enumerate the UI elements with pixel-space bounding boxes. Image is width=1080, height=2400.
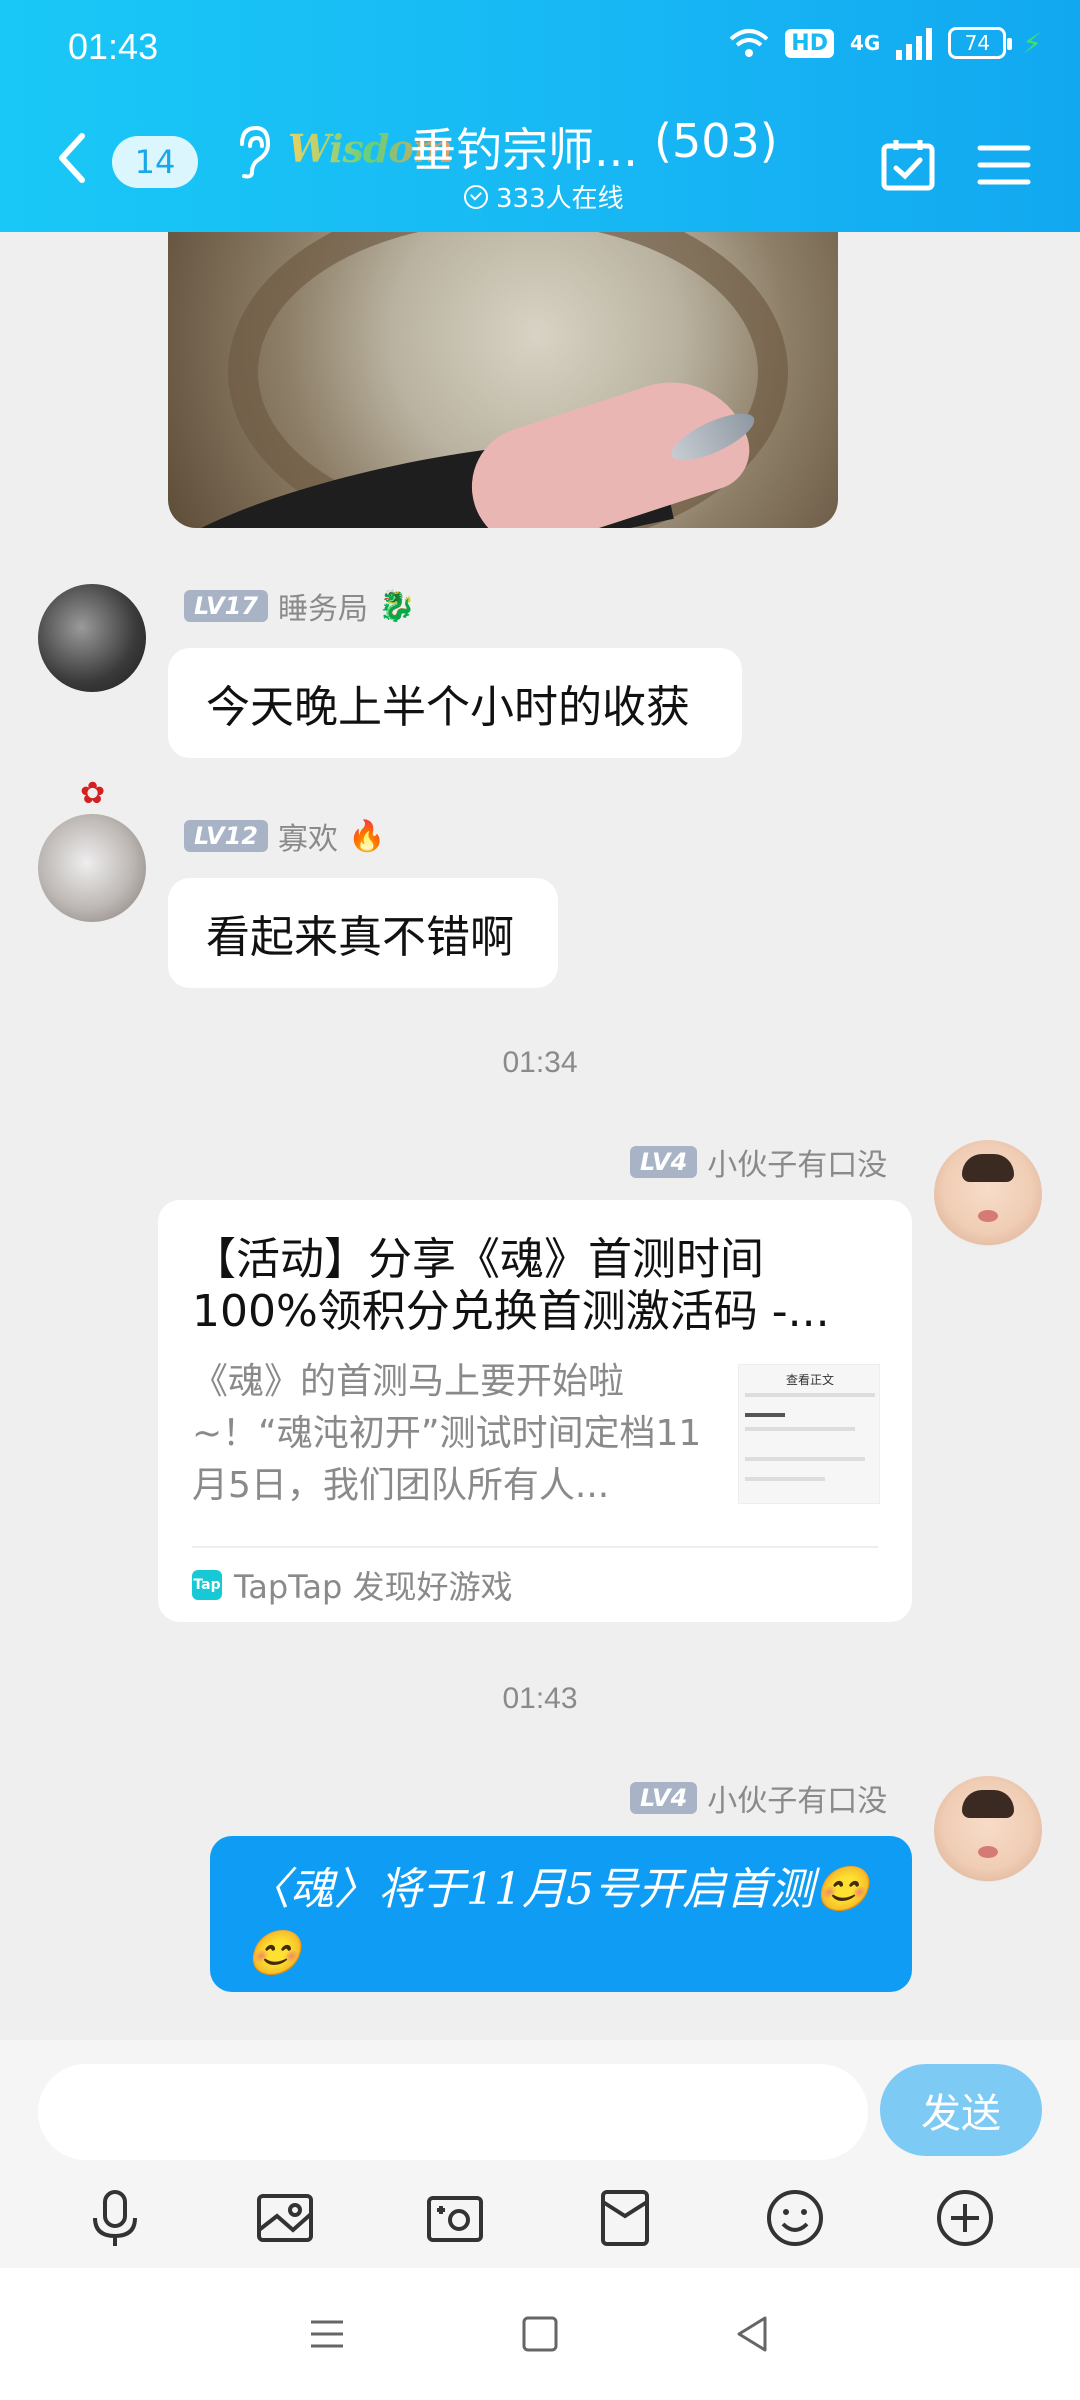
ear-icon[interactable]	[232, 124, 272, 180]
online-status: 333人在线	[464, 178, 624, 215]
calendar-check-icon[interactable]	[880, 138, 936, 192]
online-check-icon	[464, 184, 488, 209]
level-badge: LV12	[184, 820, 268, 852]
group-title[interactable]: 垂钓宗师...	[410, 114, 638, 180]
emoji-icon[interactable]	[763, 2186, 827, 2250]
member-count[interactable]: (503)	[654, 114, 778, 168]
avatar[interactable]	[38, 584, 146, 692]
message-text: 看起来真不错啊	[206, 912, 514, 963]
system-navbar	[0, 2268, 1080, 2400]
input-area: 发送	[0, 2040, 1080, 2268]
chat-photo[interactable]	[168, 232, 838, 528]
status-time: 01:43	[68, 26, 159, 67]
input-toolbar	[0, 2178, 1080, 2258]
sender-name[interactable]: 小伙子有口没	[707, 1140, 887, 1184]
sender-name[interactable]: 小伙子有口没	[707, 1776, 887, 1820]
avatar[interactable]	[38, 814, 146, 922]
recent-apps-icon[interactable]	[301, 2308, 353, 2360]
fire-badge-icon: 🔥	[347, 818, 386, 854]
dragon-badge-icon: 🐉	[377, 588, 416, 624]
header: 01:43 HD 4G 74 ⚡ 14 Wisdom 垂钓宗师... (503)…	[0, 0, 1080, 232]
wifi-icon	[729, 29, 769, 57]
camera-icon[interactable]	[423, 2186, 487, 2250]
online-count: 333人在线	[496, 184, 624, 214]
level-badge: LV4	[630, 1146, 698, 1178]
message-input[interactable]	[38, 2064, 868, 2160]
sender-info: LV17 睡务局 🐉	[184, 584, 415, 628]
timestamp: 01:34	[502, 1046, 578, 1079]
message-bubble[interactable]: 今天晚上半个小时的收获	[168, 648, 742, 758]
menu-icon[interactable]	[976, 142, 1032, 188]
source-label: TapTap 发现好游戏	[234, 1568, 513, 1606]
divider	[192, 1546, 878, 1548]
battery-icon: 74	[948, 27, 1013, 59]
avatar[interactable]	[934, 1776, 1042, 1884]
share-source: Tap TapTap 发现好游戏	[192, 1562, 513, 1608]
sender-info: LV4 小伙子有口没	[630, 1776, 887, 1820]
plus-icon[interactable]	[933, 2186, 997, 2250]
flower-icon: ✿	[80, 776, 106, 811]
microphone-icon[interactable]	[83, 2186, 147, 2250]
avatar[interactable]	[934, 1140, 1042, 1248]
sender-info: LV4 小伙子有口没	[630, 1140, 887, 1184]
message-text: 〈魂〉将于11月5号开启首测😊😊	[246, 1864, 869, 1979]
back-button[interactable]	[52, 130, 92, 186]
home-icon[interactable]	[514, 2308, 566, 2360]
sender-info: LV12 寡欢 🔥	[184, 814, 385, 858]
message-bubble[interactable]: 看起来真不错啊	[168, 878, 558, 988]
sender-name[interactable]: 寡欢	[278, 814, 338, 858]
charging-icon: ⚡	[1022, 26, 1042, 60]
thumbnail-title: 查看正文	[785, 1373, 834, 1387]
timestamp: 01:43	[502, 1682, 578, 1715]
level-badge: LV4	[630, 1782, 698, 1814]
image-icon[interactable]	[253, 2186, 317, 2250]
status-icons: HD 4G 74 ⚡	[729, 26, 1042, 60]
share-card[interactable]: 【活动】分享《魂》首测时间100%领积分兑换首测激活码 -... 《魂》的首测马…	[158, 1200, 912, 1622]
taptap-icon: Tap	[192, 1570, 222, 1600]
share-description: 《魂》的首测马上要开始啦~！“魂沌初开”测试时间定档11月5日，我们团队所有人.…	[192, 1361, 702, 1506]
level-badge: LV17	[184, 590, 268, 622]
network-type: 4G	[849, 31, 881, 55]
signal-icon	[896, 26, 933, 60]
send-button[interactable]: 发送	[880, 2064, 1042, 2156]
back-nav-icon[interactable]	[727, 2308, 779, 2360]
red-packet-icon[interactable]	[593, 2186, 657, 2250]
share-thumbnail: 查看正文	[738, 1364, 880, 1504]
battery-level: 74	[964, 31, 991, 55]
unread-count-badge[interactable]: 14	[112, 136, 198, 188]
share-title: 【活动】分享《魂》首测时间100%领积分兑换首测激活码 -...	[192, 1234, 830, 1337]
sender-name[interactable]: 睡务局	[278, 584, 368, 628]
message-text: 今天晚上半个小时的收获	[206, 682, 690, 733]
message-bubble-self[interactable]: 〈魂〉将于11月5号开启首测😊😊	[210, 1836, 912, 1992]
hd-badge: HD	[785, 28, 834, 58]
